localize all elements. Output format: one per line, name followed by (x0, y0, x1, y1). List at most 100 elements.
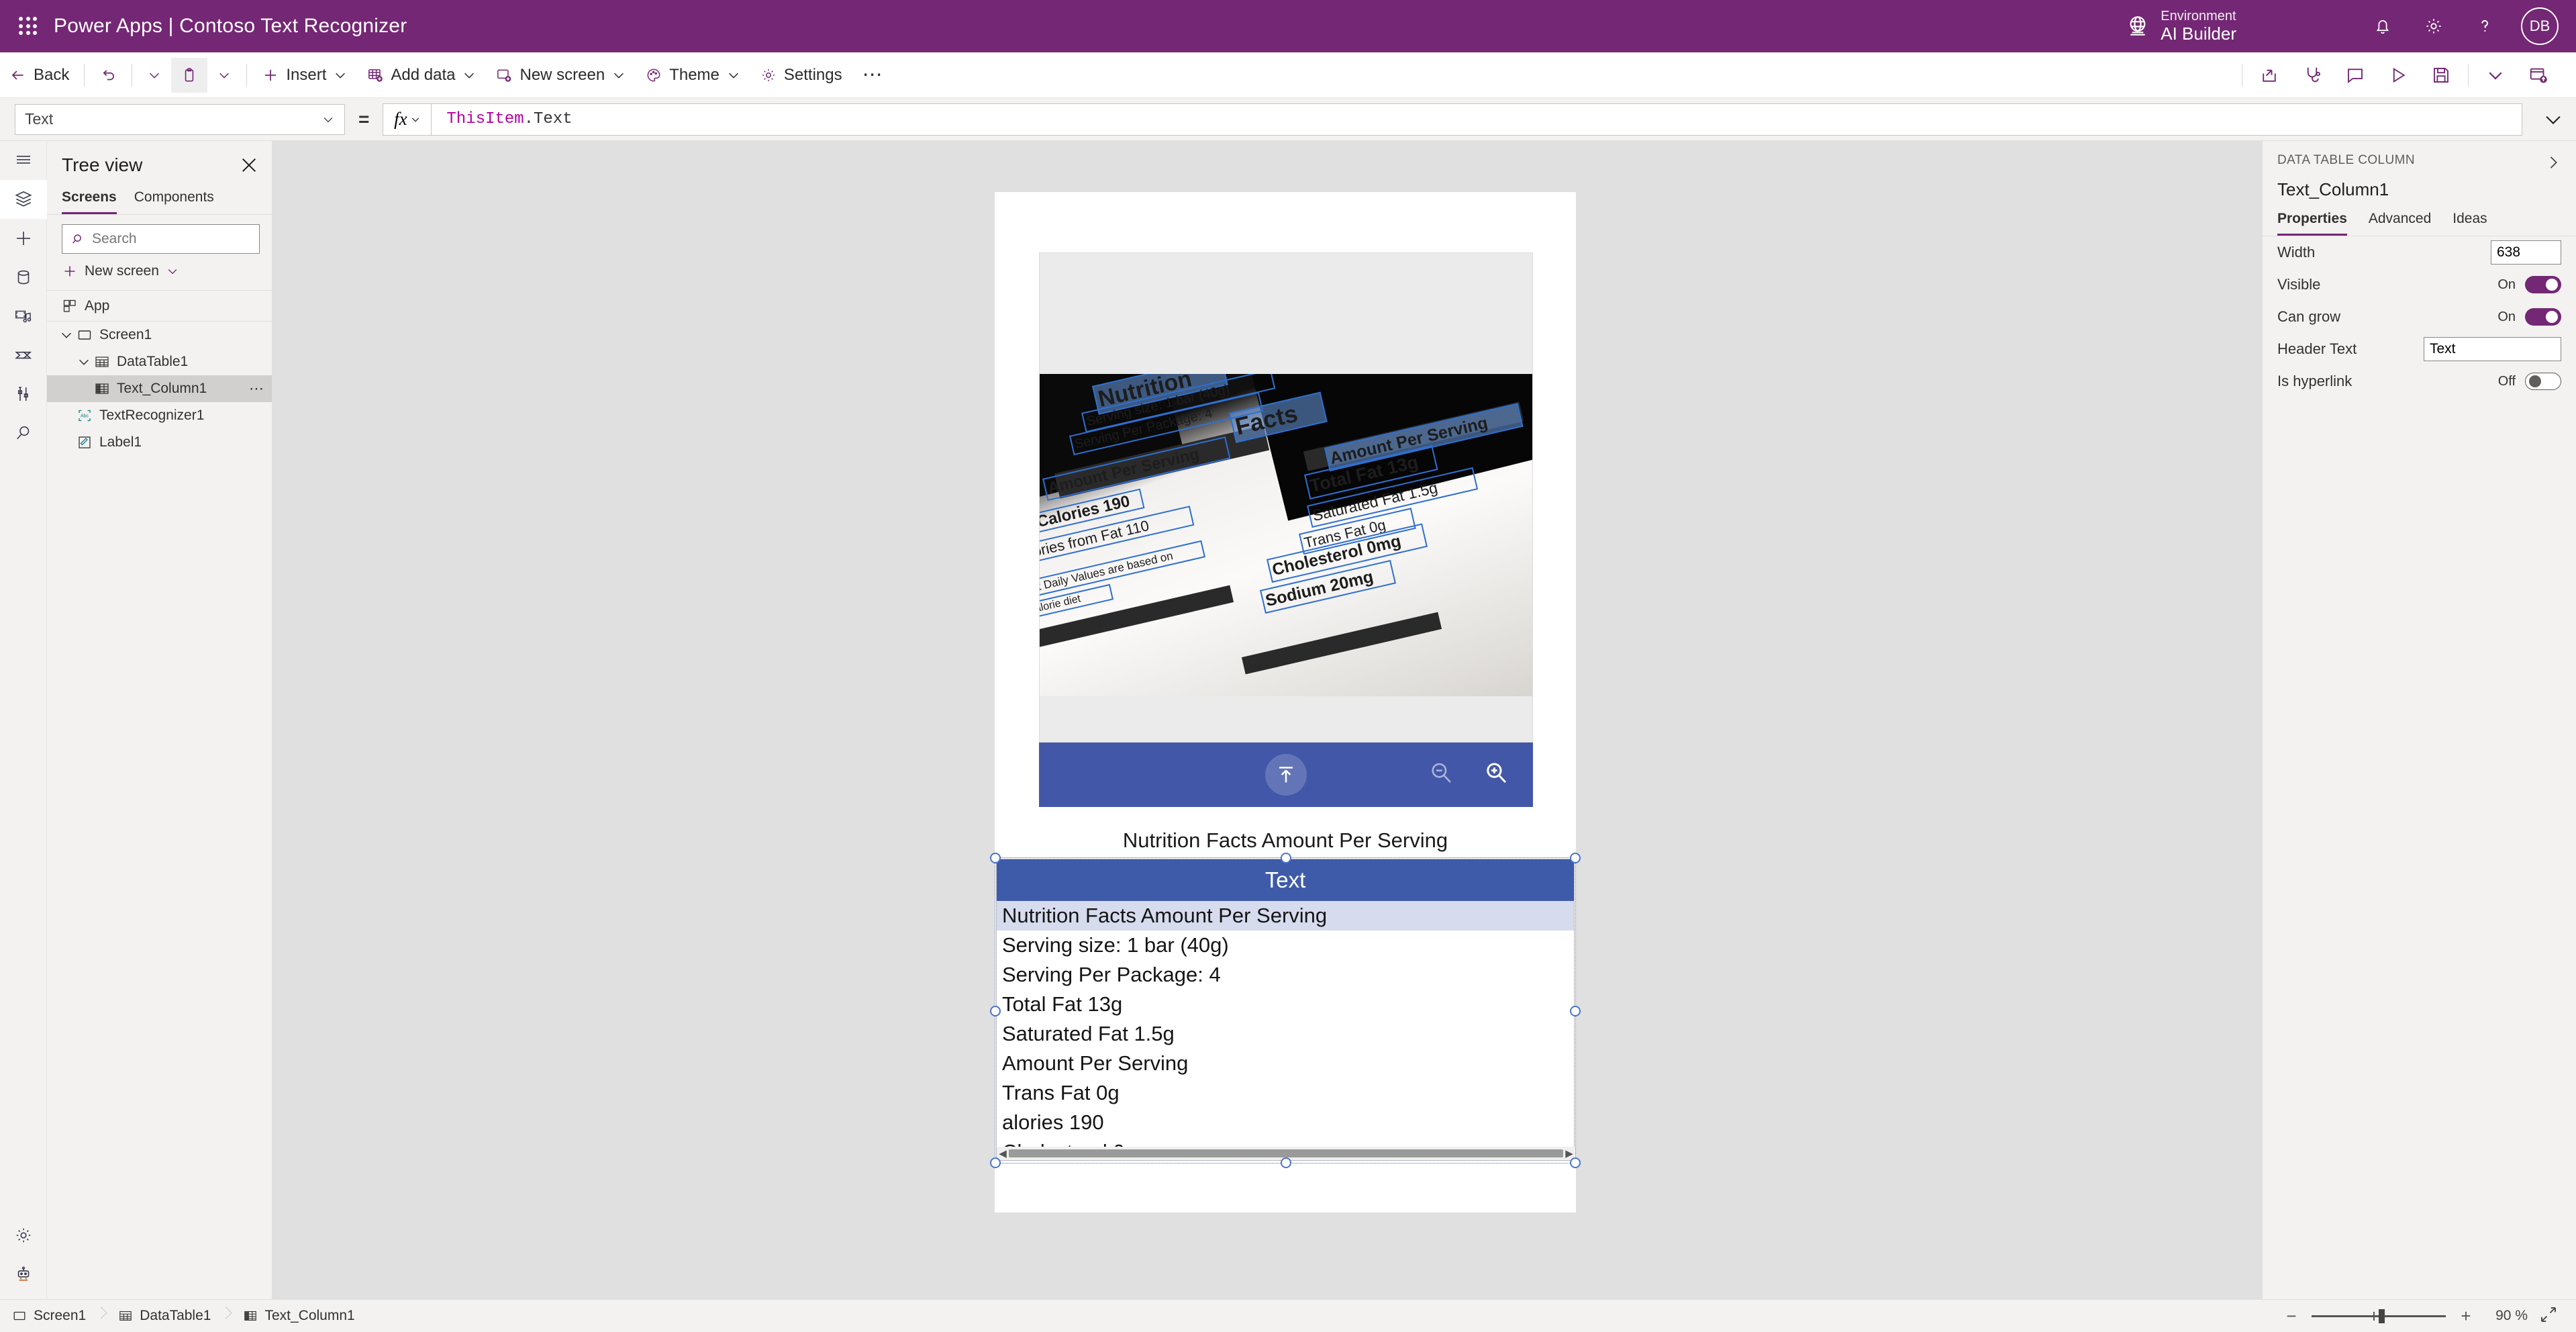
fx-button[interactable]: fx (383, 103, 432, 136)
fx-label: fx (394, 109, 407, 129)
app-canvas[interactable]: Nutrition Facts Amount Per Serving Servi… (273, 141, 2262, 1299)
overflow-button[interactable]: ⋯ (852, 63, 895, 87)
tab-components[interactable]: Components (134, 185, 214, 214)
formula-identifier: ThisItem (446, 110, 524, 128)
table-row[interactable]: Total Fat 13g (997, 990, 1574, 1019)
media-icon[interactable] (0, 297, 47, 336)
theme-button[interactable]: Theme (636, 58, 750, 93)
paste-button[interactable] (171, 57, 208, 93)
datatable-header-text[interactable]: Text (997, 859, 1574, 901)
formula-input[interactable]: ThisItem .Text (431, 103, 2522, 136)
chevron-down-icon[interactable] (59, 328, 74, 342)
screen-preview[interactable]: Nutrition Facts Amount Per Serving Servi… (995, 192, 1576, 1212)
settings-gear-icon[interactable] (0, 1216, 47, 1255)
table-row[interactable]: alories 190 (997, 1108, 1574, 1137)
settings-label: Settings (783, 65, 842, 84)
insert-button[interactable]: Insert (252, 58, 357, 93)
insert-icon[interactable] (0, 219, 47, 258)
waffle-icon[interactable] (15, 13, 42, 40)
hamburger-icon[interactable] (0, 141, 47, 180)
play-icon[interactable] (2377, 58, 2420, 93)
close-icon[interactable] (238, 154, 260, 176)
comments-icon[interactable] (2334, 58, 2377, 93)
tree-node-label1[interactable]: Label1 (47, 429, 272, 456)
zoom-in-button[interactable]: + (2457, 1306, 2475, 1327)
search-icon[interactable] (0, 414, 47, 453)
tab-ideas[interactable]: Ideas (2453, 211, 2487, 236)
scroll-left-arrow[interactable]: ◀ (997, 1147, 1009, 1159)
share-icon[interactable] (2248, 58, 2291, 93)
avatar[interactable]: DB (2521, 7, 2559, 45)
tree-node-text-column1[interactable]: Text_Column1 ⋯ (47, 375, 272, 402)
image-control[interactable]: Nutrition Facts Amount Per Serving Servi… (1039, 252, 1533, 743)
bell-icon[interactable] (2357, 0, 2408, 52)
breadcrumb-screen1[interactable]: Screen1 (0, 1300, 97, 1332)
label1-text[interactable]: Nutrition Facts Amount Per Serving (995, 828, 1576, 853)
data-table[interactable]: Text Nutrition Facts Amount Per Serving … (996, 859, 1575, 1161)
scrollbar-thumb[interactable] (1009, 1149, 1563, 1157)
table-row[interactable]: Trans Fat 0g (997, 1078, 1574, 1108)
table-row[interactable]: Saturated Fat 1.5g (997, 1019, 1574, 1049)
publish-icon[interactable] (2517, 58, 2560, 93)
new-screen-button[interactable]: New screen (486, 58, 636, 93)
width-input[interactable]: 638 (2491, 240, 2561, 265)
add-data-button[interactable]: Add data (357, 58, 486, 93)
save-icon[interactable] (2420, 58, 2463, 93)
table-row[interactable]: Serving Per Package: 4 (997, 960, 1574, 990)
tab-screens[interactable]: Screens (62, 185, 117, 214)
table-row[interactable]: Serving size: 1 bar (40g) (997, 931, 1574, 960)
undo-button[interactable] (90, 58, 126, 93)
search-input[interactable] (92, 231, 251, 247)
header-text-input[interactable]: Text (2424, 337, 2561, 361)
back-button[interactable]: Back (0, 58, 79, 93)
can-grow-toggle[interactable] (2525, 308, 2561, 326)
variables-icon[interactable] (0, 375, 47, 414)
tree-view-icon[interactable] (0, 180, 47, 219)
tree-node-screen1[interactable]: Screen1 (47, 322, 272, 348)
slider-tick (2373, 1312, 2375, 1321)
is-hyperlink-toggle[interactable] (2525, 373, 2561, 390)
tree-node-app[interactable]: App (47, 291, 272, 322)
table-row[interactable]: Nutrition Facts Amount Per Serving (997, 901, 1574, 931)
chevron-right-icon[interactable] (2544, 153, 2563, 175)
app-icon (62, 298, 78, 314)
zoom-out-icon[interactable] (1427, 759, 1455, 791)
tree-node-textrecognizer1[interactable]: Abc TextRecognizer1 (47, 402, 272, 429)
help-icon[interactable] (2459, 0, 2510, 52)
undo-dropdown[interactable] (138, 58, 171, 93)
zoom-slider[interactable] (2312, 1308, 2446, 1324)
horizontal-scrollbar[interactable]: ◀ ▶ (997, 1147, 1575, 1160)
tab-properties[interactable]: Properties (2277, 211, 2347, 236)
settings-button[interactable]: Settings (750, 58, 852, 93)
tree-node-label: TextRecognizer1 (99, 408, 205, 423)
can-grow-state: On (2497, 309, 2516, 324)
slider-thumb[interactable] (2379, 1309, 2385, 1323)
breadcrumb-datatable1[interactable]: DataTable1 (106, 1300, 221, 1332)
environment-switcher[interactable]: Environment AI Builder (2124, 9, 2236, 44)
formula-expand-icon[interactable] (2530, 108, 2576, 131)
zoom-out-button[interactable]: − (2282, 1306, 2301, 1327)
breadcrumb-text-column1[interactable]: Text_Column1 (231, 1300, 365, 1332)
tree-node-label: DataTable1 (117, 354, 189, 369)
table-row[interactable]: Amount Per Serving (997, 1049, 1574, 1078)
tree-node-overflow[interactable]: ⋯ (249, 380, 265, 397)
new-screen-item[interactable]: New screen (47, 254, 272, 291)
visible-toggle[interactable] (2525, 276, 2561, 293)
tree-search-box[interactable] (62, 224, 260, 254)
chevron-down-icon[interactable] (77, 354, 91, 369)
scroll-right-arrow[interactable]: ▶ (1563, 1147, 1575, 1159)
zoom-in-icon[interactable] (1482, 759, 1510, 791)
tree-node-datatable1[interactable]: DataTable1 (47, 348, 272, 375)
data-icon[interactable] (0, 258, 47, 297)
paste-dropdown[interactable] (207, 58, 241, 93)
tab-advanced[interactable]: Advanced (2369, 211, 2431, 236)
chevron-down-icon[interactable] (2474, 58, 2517, 93)
fit-screen-icon[interactable] (2538, 1304, 2559, 1328)
app-checker-icon[interactable] (2291, 58, 2334, 93)
power-automate-icon[interactable] (0, 336, 47, 375)
copilot-robot-icon[interactable] (0, 1255, 47, 1294)
property-selector[interactable]: Text (15, 103, 345, 135)
gear-icon[interactable] (2408, 0, 2459, 52)
svg-text:Abc: Abc (81, 414, 89, 419)
upload-icon[interactable] (1265, 754, 1307, 796)
